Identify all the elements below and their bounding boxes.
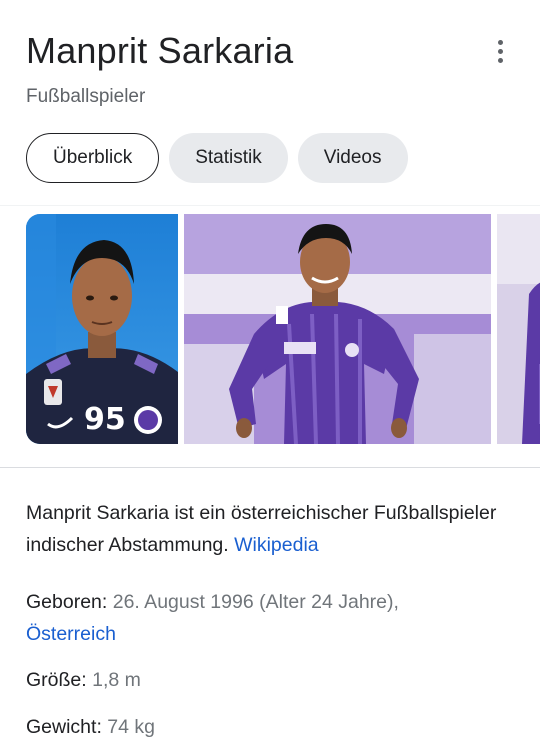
divider	[0, 205, 540, 206]
page-title: Manprit Sarkaria	[26, 30, 294, 71]
page-subtitle: Fußballspieler	[26, 86, 146, 107]
fact-weight: Gewicht: 74 kg	[26, 711, 526, 743]
jersey-number: 95	[84, 402, 126, 437]
tab-overview[interactable]: Überblick	[26, 133, 160, 183]
description: Manprit Sarkaria ist ein österreichische…	[26, 497, 526, 561]
fact-value: 1,8 m	[92, 669, 141, 691]
more-options-icon[interactable]	[488, 36, 512, 66]
portrait-photo[interactable]: 95	[26, 214, 178, 444]
tab-statistics[interactable]: Statistik	[169, 133, 288, 183]
fact-value: 74 kg	[107, 716, 155, 738]
wikipedia-link[interactable]: Wikipedia	[234, 534, 319, 556]
fact-label: Geboren:	[26, 591, 113, 613]
fact-height: Größe: 1,8 m	[26, 664, 526, 696]
action-photo[interactable]	[184, 214, 491, 444]
tab-bar: Überblick Statistik Videos	[26, 133, 408, 185]
fact-born: Geboren: 26. August 1996 (Alter 24 Jahre…	[26, 586, 526, 650]
fact-value: 26. August 1996 (Alter 24 Jahre),	[112, 591, 399, 613]
partial-photo[interactable]	[497, 214, 540, 444]
image-gallery[interactable]: 95	[26, 214, 540, 444]
fact-label: Gewicht:	[26, 716, 108, 738]
divider	[0, 467, 540, 468]
fact-label: Größe:	[26, 669, 93, 691]
born-place-link[interactable]: Österreich	[26, 623, 116, 645]
tab-videos[interactable]: Videos	[297, 133, 408, 183]
